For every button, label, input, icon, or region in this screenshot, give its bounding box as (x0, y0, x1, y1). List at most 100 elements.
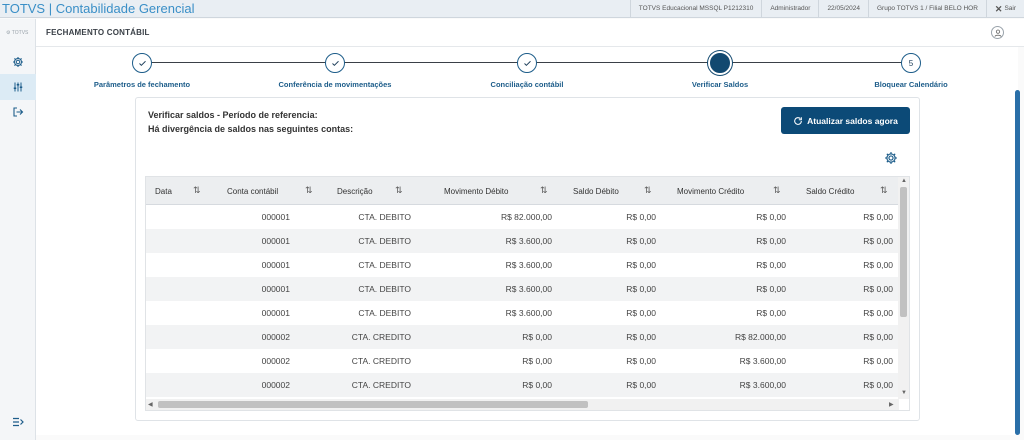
sort-icon[interactable]: ⇅ (193, 185, 201, 196)
table-cell: R$ 0,00 (863, 212, 893, 222)
table-cell: CTA. DEBITO (358, 260, 411, 270)
sidebar-item-settings[interactable] (0, 49, 36, 75)
table-header: Data ⇅ Conta contábil ⇅ Descrição ⇅ Movi… (146, 177, 899, 205)
table-cell: R$ 0,00 (522, 332, 552, 342)
table-cell: R$ 0,00 (522, 380, 552, 390)
horizontal-scroll-thumb[interactable] (158, 401, 588, 408)
table-row[interactable]: 000001 CTA. DEBITO R$ 3.600,00 R$ 0,00 R$ 0,… (146, 301, 899, 325)
sidebar: ⚙ TOTVS (0, 19, 36, 440)
logout-icon (13, 107, 24, 117)
table-cell (155, 277, 205, 301)
table-cell: R$ 0,00 (756, 212, 786, 222)
column-header-mov-credito[interactable]: Movimento Crédito (677, 177, 744, 205)
vertical-scroll-thumb[interactable] (900, 187, 907, 317)
step-1-circle[interactable] (132, 53, 152, 73)
column-header-saldo-debito[interactable]: Saldo Débito (573, 177, 619, 205)
step-2-circle[interactable] (325, 53, 345, 73)
table-cell (155, 205, 205, 229)
exit-button[interactable]: ✕ Sair (985, 0, 1024, 18)
page-scrollbar[interactable] (1015, 90, 1020, 435)
table-row[interactable]: 000002 CTA. CREDITO R$ 0,00 R$ 0,00 R$ 3.600… (146, 349, 899, 373)
table-cell: R$ 82.000,00 (734, 332, 786, 342)
table-row[interactable]: 000002 CTA. CREDITO R$ 0,00 R$ 0,00 R$ 3.600… (146, 373, 899, 397)
step-3-circle[interactable] (517, 53, 537, 73)
environment-label: TOTVS Educacional MSSQL P1212310 (629, 0, 762, 18)
table-cell (155, 301, 205, 325)
table-cell: 000001 (261, 212, 290, 222)
step-label[interactable]: Verificar Saldos (692, 80, 748, 89)
sidebar-item-adjustments[interactable] (0, 74, 36, 100)
check-icon (138, 60, 146, 66)
table-cell: R$ 3.600,00 (505, 308, 552, 318)
step-label[interactable]: Conciliação contábil (491, 80, 564, 89)
table-row[interactable]: 000001 CTA. DEBITO R$ 82.000,00 R$ 0,00 R$ 0… (146, 205, 899, 229)
table-cell: R$ 0,00 (626, 308, 656, 318)
table-cell: R$ 0,00 (863, 236, 893, 246)
table-cell: CTA. CREDITO (351, 356, 411, 366)
table-cell: R$ 82.000,00 (500, 212, 552, 222)
table-cell: R$ 0,00 (626, 356, 656, 366)
table-cell (155, 229, 205, 253)
exit-label: Sair (1004, 5, 1016, 12)
table-row[interactable]: 000001 CTA. DEBITO R$ 3.600,00 R$ 0,00 R$ 0,… (146, 277, 899, 301)
divergence-text: Há divergência de saldos nas seguintes c… (148, 124, 354, 134)
menu-collapse-icon (13, 417, 24, 427)
step-label[interactable]: Parâmetros de fechamento (94, 80, 190, 89)
table-row[interactable]: 000001 CTA. DEBITO R$ 3.600,00 R$ 0,00 R$ 0,… (146, 253, 899, 277)
sidebar-item-logout[interactable] (0, 99, 36, 125)
column-header-data[interactable]: Data (155, 177, 172, 205)
close-icon: ✕ (994, 4, 1003, 14)
sort-icon[interactable]: ⇅ (395, 185, 403, 196)
table-cell: R$ 0,00 (756, 236, 786, 246)
scroll-down-icon[interactable]: ▼ (901, 390, 907, 396)
vertical-scrollbar[interactable]: ▲ ▼ (898, 177, 909, 399)
sort-icon[interactable]: ⇅ (305, 185, 313, 196)
table-cell: R$ 0,00 (626, 332, 656, 342)
user-avatar[interactable] (991, 26, 1004, 39)
scroll-up-icon[interactable]: ▲ (901, 178, 907, 184)
table-row[interactable]: 000002 CTA. CREDITO R$ 0,00 R$ 0,00 R$ 82.00… (146, 325, 899, 349)
column-header-conta[interactable]: Conta contábil (227, 177, 278, 205)
table-cell (155, 325, 205, 349)
table-cell: R$ 3.600,00 (505, 260, 552, 270)
table-cell: R$ 0,00 (626, 380, 656, 390)
page-header: FECHAMENTO CONTÁBIL (36, 19, 1024, 47)
table-cell: CTA. CREDITO (351, 380, 411, 390)
horizontal-scrollbar[interactable]: ◀ ▶ (146, 399, 899, 410)
table-cell: CTA. DEBITO (358, 236, 411, 246)
sort-icon[interactable]: ⇅ (880, 185, 888, 196)
column-header-saldo-credito[interactable]: Saldo Crédito (806, 177, 854, 205)
collapse-menu-button[interactable] (0, 408, 36, 436)
column-header-descricao[interactable]: Descrição (337, 177, 373, 205)
scroll-right-icon[interactable]: ▶ (889, 401, 894, 408)
table-cell: CTA. DEBITO (358, 284, 411, 294)
table-cell: R$ 0,00 (626, 260, 656, 270)
refresh-icon (794, 116, 802, 125)
branch-label[interactable]: Grupo TOTVS 1 / Filial BELO HOR (867, 0, 986, 18)
sort-icon[interactable]: ⇅ (773, 185, 781, 196)
refresh-balances-button[interactable]: Atualizar saldos agora (781, 107, 910, 134)
sidebar-logo: ⚙ TOTVS (6, 30, 29, 36)
sliders-icon (13, 82, 23, 92)
date-label: 22/05/2024 (818, 0, 868, 18)
step-4-circle[interactable] (710, 53, 730, 73)
column-header-mov-debito[interactable]: Movimento Débito (444, 177, 508, 205)
table-cell: 000002 (261, 356, 290, 366)
scroll-left-icon[interactable]: ◀ (148, 401, 153, 408)
table-cell: R$ 0,00 (626, 284, 656, 294)
table-cell: R$ 0,00 (626, 212, 656, 222)
table-cell: CTA. DEBITO (358, 212, 411, 222)
step-label[interactable]: Bloquear Calendário (874, 80, 947, 89)
step-5-circle[interactable]: 5 (901, 53, 921, 73)
table-cell: CTA. DEBITO (358, 308, 411, 318)
sort-icon[interactable]: ⇅ (644, 185, 652, 196)
sort-icon[interactable]: ⇅ (540, 185, 548, 196)
table-cell: R$ 3.600,00 (739, 380, 786, 390)
user-icon (994, 29, 1001, 37)
step-label[interactable]: Conferência de movimentações (279, 80, 392, 89)
table-cell: R$ 0,00 (863, 356, 893, 366)
table-settings-icon[interactable] (884, 151, 898, 165)
refresh-balances-label: Atualizar saldos agora (807, 115, 898, 126)
table-row[interactable]: 000001 CTA. DEBITO R$ 3.600,00 R$ 0,00 R$ 0,… (146, 229, 899, 253)
check-icon (523, 60, 531, 66)
